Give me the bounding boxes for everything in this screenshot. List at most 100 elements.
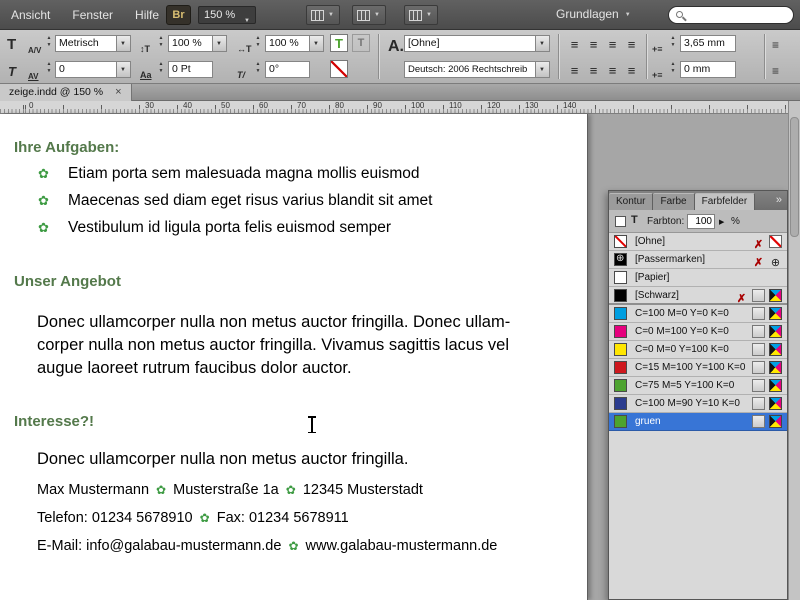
horizontal-scale-stepper[interactable]	[253, 35, 263, 52]
swatch-icons	[752, 343, 782, 356]
swatch-row[interactable]: C=100 M=90 Y=10 K=0	[609, 395, 787, 413]
justify-all-button[interactable]	[623, 61, 640, 77]
horizontal-scale-dropdown[interactable]	[310, 35, 324, 52]
panel-tab-farbfelder[interactable]: Farbfelder	[695, 193, 756, 210]
view-options-button[interactable]	[306, 5, 340, 25]
scrollbar-thumb[interactable]	[790, 117, 799, 237]
apply-to-text-icon[interactable]	[352, 34, 370, 52]
tab-close-icon[interactable]: ×	[115, 86, 121, 98]
swatch-name: [Passermarken]	[635, 254, 705, 265]
paragraph-line: Donec ullamcorper nulla non metus auctor…	[37, 311, 510, 334]
document-tab[interactable]: zeige.indd @ 150 % ×	[0, 84, 132, 101]
menu-item-ansicht[interactable]: Ansicht	[0, 0, 61, 30]
panel-tab-farbe[interactable]: Farbe	[653, 193, 694, 210]
document-page[interactable]: Ihre Aufgaben: ✿Etiam porta sem malesuad…	[0, 114, 588, 600]
search-box[interactable]	[668, 6, 794, 24]
baseline-shift-stepper[interactable]	[156, 61, 166, 78]
swatch-row[interactable]: [Schwarz]	[609, 287, 787, 305]
zoom-level-dropdown[interactable]: 150 %	[198, 6, 256, 24]
left-indent-icon	[652, 39, 663, 57]
swatch-row[interactable]: [Papier]	[609, 269, 787, 287]
tracking-field[interactable]: 0	[55, 61, 117, 78]
character-formatting-icon-2[interactable]	[8, 63, 16, 81]
skew-field[interactable]: 0°	[265, 61, 310, 78]
ruler-tick-label: 40	[183, 101, 192, 110]
text-fill-color-indicator[interactable]	[330, 34, 348, 52]
panel-options-icon[interactable]	[772, 62, 779, 80]
vertical-scale-dropdown[interactable]	[213, 35, 227, 52]
ruler-tick-label: 130	[525, 101, 538, 110]
language-field[interactable]: Deutsch: 2006 Rechtschreib	[404, 61, 536, 78]
swatch-icons	[752, 361, 782, 374]
justify-center-button[interactable]	[585, 61, 602, 77]
arrange-documents-button[interactable]	[404, 5, 438, 25]
contact-line: Telefon: 01234 5678910 ✿ Fax: 01234 5678…	[37, 509, 497, 527]
swatch-name: [Ohne]	[635, 236, 665, 247]
swatch-row[interactable]: gruen	[609, 413, 787, 431]
search-input[interactable]	[691, 8, 789, 22]
text-proxy-icon[interactable]	[631, 214, 638, 226]
character-formatting-icon[interactable]	[7, 36, 16, 54]
character-style-field[interactable]: [Ohne]	[404, 35, 536, 52]
swatch-row[interactable]: [Passermarken]	[609, 251, 787, 269]
bullet-list: ✿Etiam porta sem malesuada magna mollis …	[38, 165, 432, 246]
swatch-row[interactable]: [Ohne]	[609, 233, 787, 251]
right-indent-field[interactable]: 0 mm	[680, 61, 736, 78]
language-dropdown[interactable]	[536, 61, 550, 78]
align-center-button[interactable]	[585, 35, 602, 51]
flower-separator-icon: ✿	[286, 483, 296, 497]
justify-button[interactable]	[623, 35, 640, 51]
panel-tab-kontur[interactable]: Kontur	[609, 193, 653, 210]
menu-item-fenster[interactable]: Fenster	[61, 0, 124, 30]
swatch-chip	[614, 325, 627, 338]
chevron-down-icon	[328, 12, 336, 20]
collapse-panel-icon[interactable]	[776, 194, 782, 206]
swatch-row[interactable]: C=75 M=5 Y=100 K=0	[609, 377, 787, 395]
container-proxy-icon[interactable]	[615, 216, 626, 227]
vertical-scrollbar[interactable]	[788, 101, 800, 600]
ruler-minor-ticks	[0, 109, 800, 113]
ruler-tick-label: 90	[373, 101, 382, 110]
kerning-field[interactable]: Metrisch	[55, 35, 117, 52]
vertical-scale-stepper[interactable]	[156, 35, 166, 52]
horizontal-scale-field[interactable]: 100 %	[265, 35, 310, 52]
right-indent-icon	[652, 65, 663, 83]
swatch-chip	[614, 289, 627, 302]
bullet-text: Vestibulum id ligula porta felis euismod…	[68, 219, 391, 236]
text-stroke-none-indicator[interactable]	[330, 60, 348, 78]
left-indent-stepper[interactable]	[668, 35, 678, 52]
swatch-row[interactable]: C=0 M=0 Y=100 K=0	[609, 341, 787, 359]
character-style-icon: A.	[388, 38, 404, 56]
tint-slider-arrow-icon[interactable]	[719, 218, 724, 226]
tracking-dropdown[interactable]	[117, 61, 131, 78]
swatch-row[interactable]: C=100 M=0 Y=0 K=0	[609, 305, 787, 323]
swatch-row[interactable]: C=0 M=100 Y=0 K=0	[609, 323, 787, 341]
flower-separator-icon: ✿	[288, 539, 298, 553]
swatch-chip	[614, 415, 627, 428]
kerning-dropdown[interactable]	[117, 35, 131, 52]
right-indent-stepper[interactable]	[668, 61, 678, 78]
cmyk-icon	[769, 379, 782, 392]
baseline-shift-field[interactable]: 0 Pt	[168, 61, 213, 78]
kerning-stepper[interactable]	[44, 35, 54, 52]
skew-stepper[interactable]	[253, 61, 263, 78]
tint-unit-label: %	[731, 216, 740, 227]
justify-left-button[interactable]	[566, 61, 583, 77]
cmyk-icon	[769, 397, 782, 410]
align-left-button[interactable]	[566, 35, 583, 51]
justify-right-button[interactable]	[604, 61, 621, 77]
bridge-button[interactable]: Br	[166, 5, 191, 25]
screen-mode-button[interactable]	[352, 5, 386, 25]
tracking-stepper[interactable]	[44, 61, 54, 78]
swatch-chip	[614, 343, 627, 356]
tint-value-field[interactable]: 100	[687, 214, 715, 229]
align-right-button[interactable]	[604, 35, 621, 51]
vertical-scale-field[interactable]: 100 %	[168, 35, 213, 52]
left-indent-field[interactable]: 3,65 mm	[680, 35, 736, 52]
swatch-row[interactable]: C=15 M=100 Y=100 K=0	[609, 359, 787, 377]
panel-menu-icon[interactable]	[772, 36, 779, 54]
workspace-switcher[interactable]: Grundlagen	[556, 7, 635, 23]
kerning-icon	[28, 40, 41, 58]
menu-item-hilfe[interactable]: Hilfe	[124, 0, 170, 30]
character-style-dropdown[interactable]	[536, 35, 550, 52]
